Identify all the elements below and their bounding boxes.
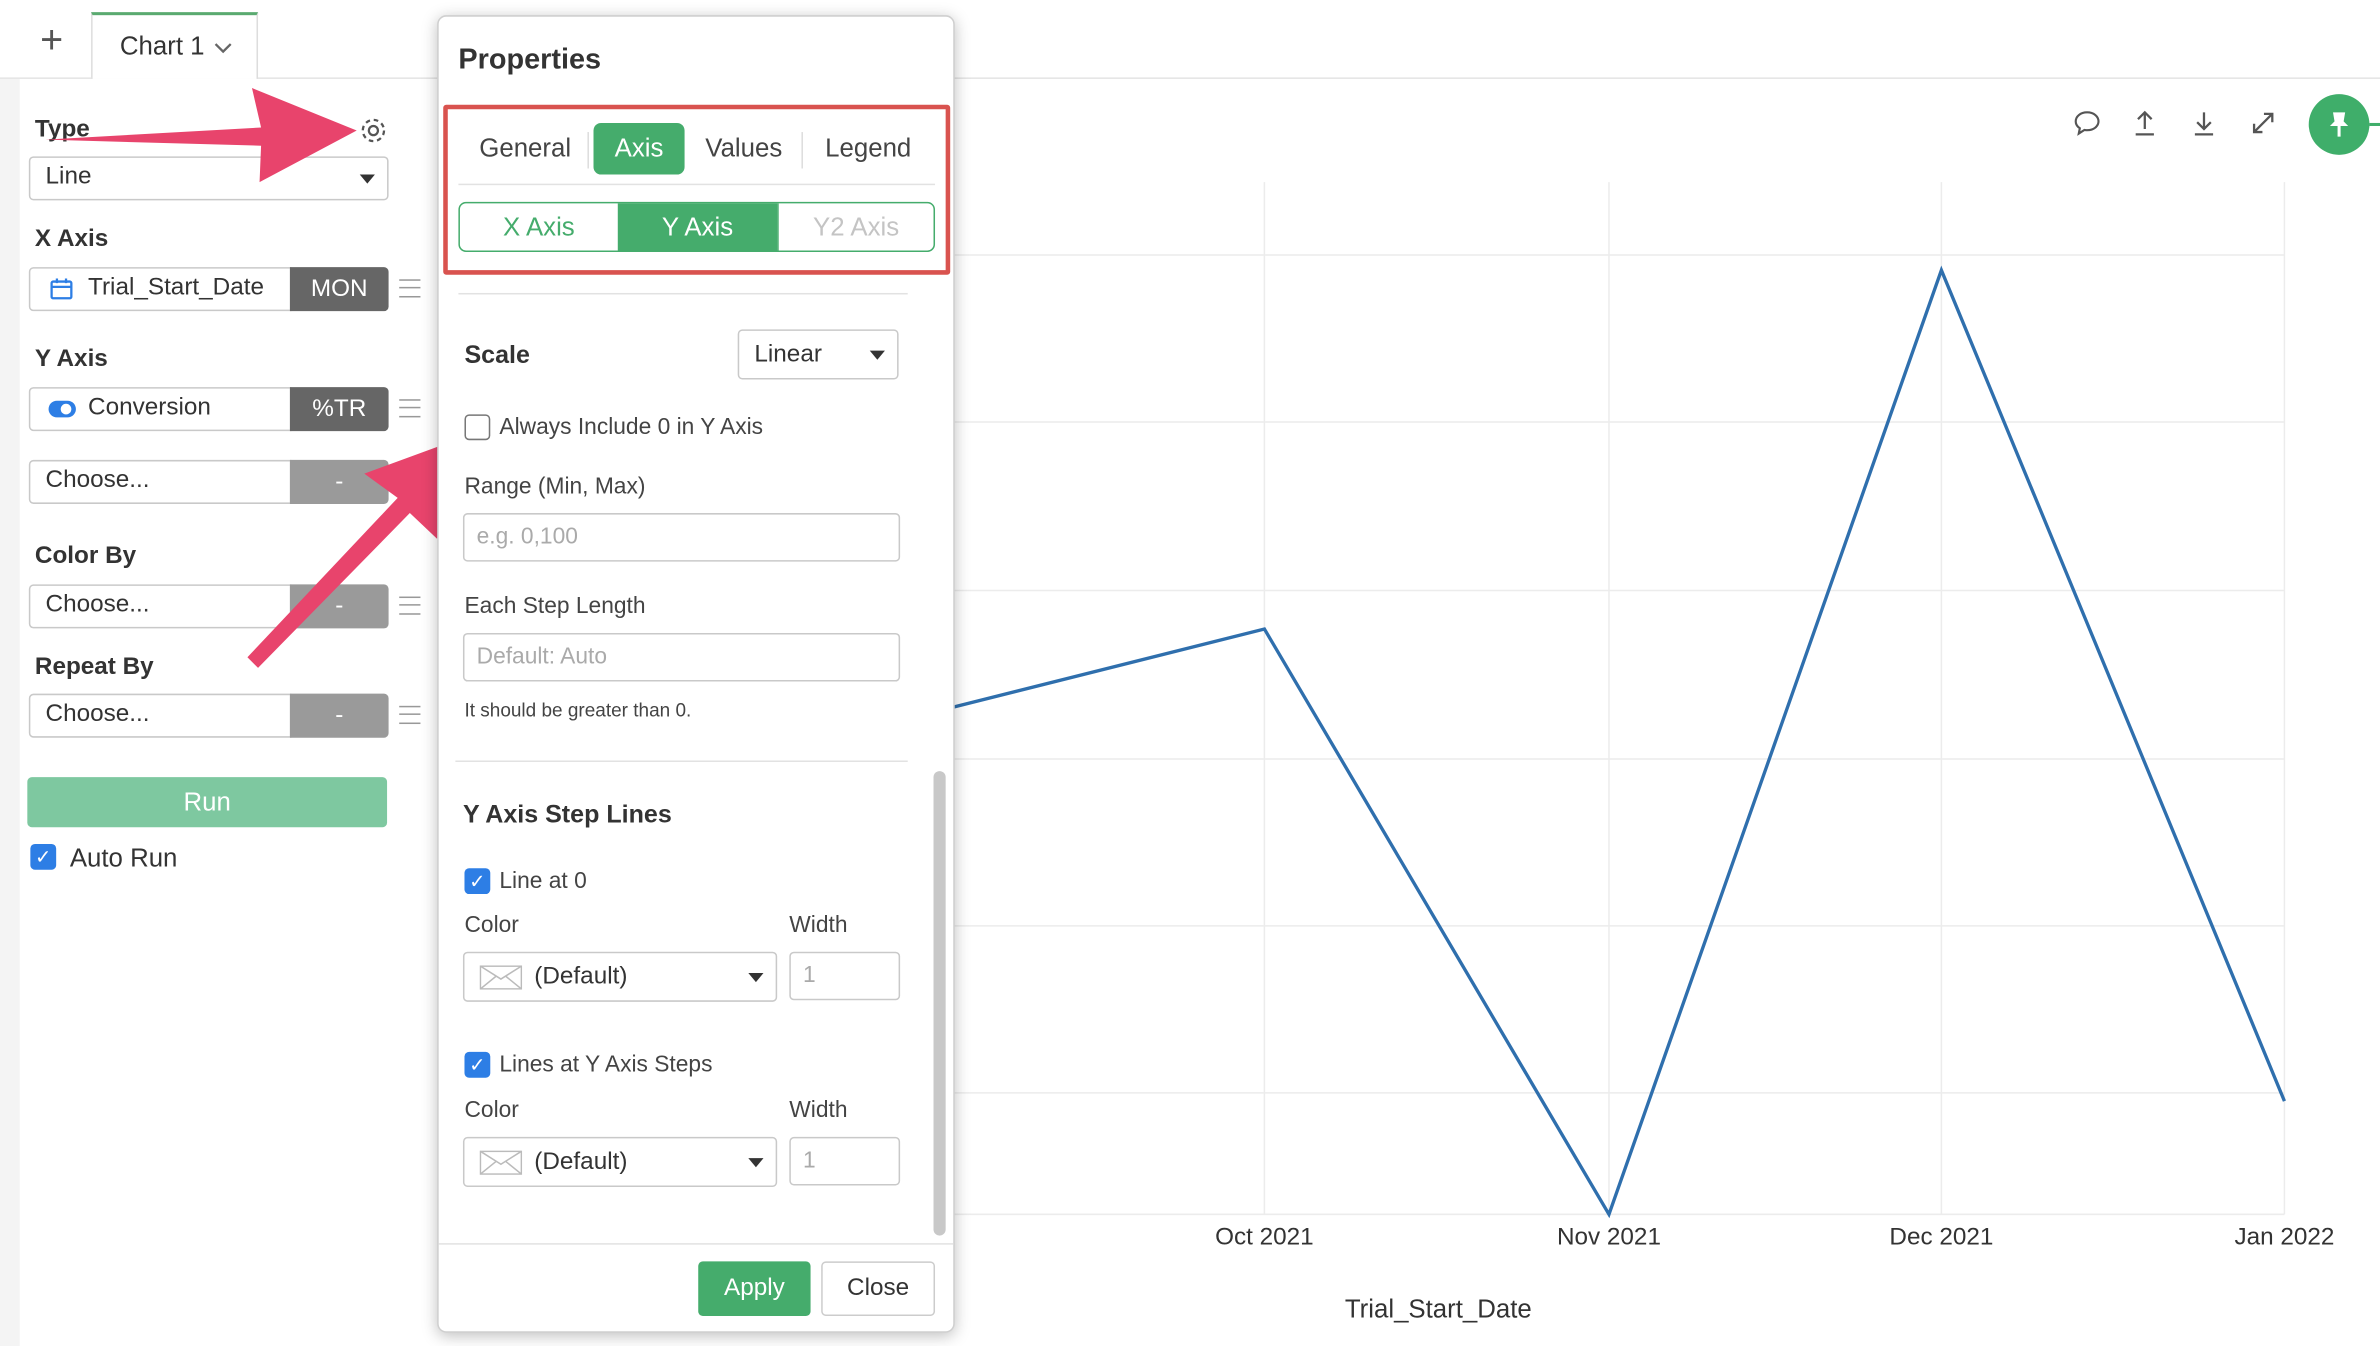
tab-axis[interactable]: Axis [593, 122, 685, 175]
step-hint: It should be greater than 0. [464, 699, 692, 722]
chart-grid [928, 182, 2286, 1216]
line-at-zero-label: Line at 0 [499, 868, 587, 895]
axis-segmented-control: X Axis Y Axis Y2 Axis [458, 201, 936, 252]
dialog-title: Properties [458, 44, 602, 76]
scale-value: Linear [754, 341, 822, 368]
color-value: (Default) [534, 963, 628, 990]
x-tick-label: Jan 2022 [2234, 1224, 2335, 1251]
pin-button[interactable] [2308, 94, 2370, 155]
step-lines-title: Y Axis Step Lines [462, 801, 672, 829]
x-tick-label: Nov 2021 [1556, 1224, 1661, 1251]
x-axis-title: Trial_Start_Date [1344, 1294, 1532, 1324]
color-swatch-icon [479, 1150, 523, 1175]
color-label: Color [464, 1097, 519, 1124]
divider [458, 183, 936, 186]
lines-at-steps-label: Lines at Y Axis Steps [499, 1051, 713, 1078]
caret-down-icon [869, 350, 885, 360]
segment-y-axis[interactable]: Y Axis [617, 203, 778, 251]
segment-y2-axis[interactable]: Y2 Axis [777, 203, 933, 251]
apply-button[interactable]: Apply [698, 1261, 811, 1317]
color-swatch-icon [479, 965, 523, 990]
close-button[interactable]: Close [821, 1261, 936, 1317]
properties-dialog: Properties General Axis Values Legend X … [437, 15, 955, 1333]
comment-icon[interactable] [2073, 109, 2100, 136]
line-at-zero-color-select[interactable]: (Default) [462, 951, 778, 1002]
tab-separator [801, 132, 803, 169]
series-line [928, 265, 2286, 1219]
x-tick-label: Dec 2021 [1889, 1224, 1994, 1251]
tab-legend[interactable]: Legend [808, 123, 929, 175]
always-include-zero-checkbox[interactable] [464, 414, 491, 441]
lines-at-steps-color-select[interactable]: (Default) [462, 1136, 778, 1187]
caret-down-icon [748, 972, 764, 983]
width-label: Width [789, 912, 848, 939]
step-length-input[interactable]: Default: Auto [462, 632, 901, 682]
step-length-label: Each Step Length [464, 593, 646, 620]
divider [438, 1243, 954, 1245]
width-label: Width [789, 1097, 848, 1124]
tab-general[interactable]: General [464, 123, 585, 175]
segment-x-axis[interactable]: X Axis [460, 203, 618, 250]
caret-down-icon [748, 1158, 764, 1168]
color-label: Color [464, 912, 519, 939]
expand-icon[interactable] [2250, 109, 2277, 136]
tab-separator [587, 132, 589, 169]
always-include-zero-label: Always Include 0 in Y Axis [499, 414, 764, 441]
line-at-zero-checkbox[interactable]: ✓ [464, 868, 491, 895]
divider [458, 292, 908, 295]
upload-icon[interactable] [2131, 109, 2158, 136]
tab-values[interactable]: Values [691, 123, 797, 175]
color-value: (Default) [534, 1149, 628, 1175]
scale-label: Scale [464, 341, 530, 369]
lines-at-steps-width-input[interactable]: 1 [789, 1136, 901, 1186]
range-label: Range (Min, Max) [464, 473, 646, 500]
download-icon[interactable] [2190, 109, 2217, 136]
pin-icon [2329, 112, 2349, 137]
line-at-zero-width-input[interactable]: 1 [789, 951, 901, 1001]
chart-canvas [928, 182, 2286, 1219]
range-input[interactable]: e.g. 0,100 [462, 513, 901, 562]
lines-at-steps-checkbox[interactable]: ✓ [464, 1051, 491, 1078]
dialog-scrollbar[interactable] [933, 771, 946, 1236]
scale-select[interactable]: Linear [737, 329, 899, 380]
pin-connector [2369, 122, 2380, 126]
x-tick-label: Oct 2021 [1215, 1224, 1314, 1251]
divider [455, 760, 908, 762]
